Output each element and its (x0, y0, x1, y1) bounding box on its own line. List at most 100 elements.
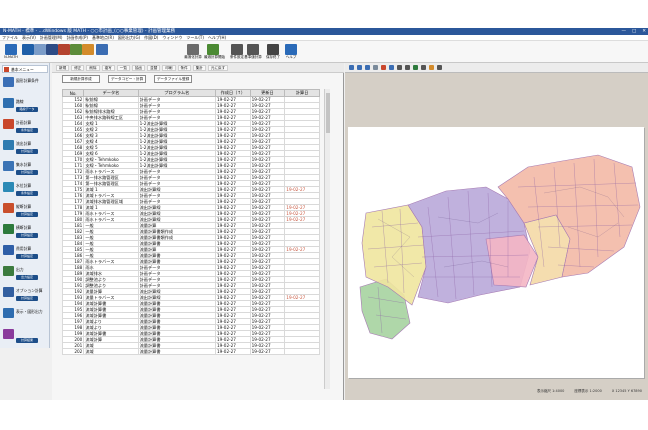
sidebar-item[interactable]: 費用計算 計算設定 (2, 244, 48, 264)
display-icon (3, 308, 14, 318)
select-icon[interactable] (421, 65, 426, 70)
sidebar-item[interactable]: 縦断計算 計算設定 (2, 202, 48, 222)
sidebar-chip-button[interactable]: 条件設定 (16, 191, 38, 196)
menu-item[interactable]: ウィンドウ (162, 35, 182, 40)
sidebar-item[interactable]: 集水計算 計算設定 (2, 160, 48, 180)
move-icon[interactable] (349, 65, 354, 70)
sidebar-chip-button[interactable]: 計算設定 (16, 233, 38, 238)
action-button[interactable]: データファイル登録 (154, 75, 192, 83)
save-icon (267, 44, 279, 55)
sidebar-chip-button[interactable]: 路線データ (16, 107, 38, 112)
list-tool-button[interactable]: 複写 (101, 65, 115, 71)
column-header[interactable]: データ名 (83, 89, 139, 97)
list-tool-button[interactable]: 抽出 (131, 65, 146, 71)
column-header[interactable]: 計算日 (284, 89, 320, 97)
list-tool-button[interactable]: 並替 (147, 65, 161, 71)
toolbar-button[interactable]: 保存終了 (264, 44, 282, 60)
toolbar-button[interactable] (22, 44, 34, 60)
toolbar-button[interactable] (96, 44, 108, 60)
toolbar-label: ヘルプ (285, 55, 297, 59)
sidebar-chip-button[interactable]: 出力設定 (16, 275, 38, 280)
table-cell: 流量計算書 (137, 348, 216, 355)
minimize-button[interactable]: — (621, 28, 626, 35)
help-icon (285, 44, 297, 55)
pen-icon[interactable] (429, 65, 434, 70)
zoom-in-icon[interactable] (357, 65, 362, 70)
list-tool-button[interactable]: 新規 (56, 65, 70, 71)
list-tool-button[interactable]: 元に戻す (207, 65, 229, 71)
list-tool-button[interactable]: 印刷 (162, 65, 176, 71)
sidebar-chip-button[interactable]: 計算設定 (16, 170, 38, 175)
sidebar-header[interactable]: 基本メニュー (11, 67, 34, 73)
map-canvas[interactable] (348, 127, 644, 378)
option-icon (3, 287, 14, 297)
sidebar-item[interactable]: 横断計算 計算設定 (2, 223, 48, 243)
sidebar-chip-button[interactable]: 計算設定 (16, 296, 38, 301)
column-header[interactable]: 更新日 (249, 89, 286, 97)
action-button[interactable]: 新規計算作成 (62, 75, 100, 83)
menu-item[interactable]: 作図(D) (144, 35, 158, 40)
action-button[interactable]: データコピー・計算 (108, 75, 146, 83)
sidebar-chip-button[interactable]: 計算設定 (16, 212, 38, 217)
layer-icon[interactable] (381, 65, 386, 70)
sidebar-item[interactable]: 流出計算 計算設定 (2, 139, 48, 159)
menu-item[interactable]: 計画管理(M) (40, 35, 63, 40)
sidebar-item[interactable]: 水位計算 条件設定 (2, 181, 48, 201)
column-header[interactable]: No. (61, 89, 85, 97)
menu-item[interactable]: ファイル (2, 35, 18, 40)
zoom-out-icon[interactable] (365, 65, 370, 70)
arrow-right-icon[interactable] (405, 65, 410, 70)
menu-item[interactable]: 表示(V) (22, 35, 36, 40)
toolbar-button[interactable] (46, 44, 58, 60)
menu-item[interactable]: ヘルプ(H) (208, 35, 226, 40)
sidebar-chip-button[interactable]: 計算設定 (16, 149, 38, 154)
sidebar-chip-button[interactable]: 条件設定 (16, 128, 38, 133)
toolbar-button[interactable]: 最適計算開始 (204, 44, 225, 60)
plan-icon (3, 119, 14, 129)
sidebar-item[interactable]: 図形計算条件 (2, 76, 48, 96)
toolbar-button[interactable]: 最適化計算 (184, 44, 202, 60)
menu-item[interactable]: 計画作成(P) (66, 35, 88, 40)
column-header[interactable]: プログラム名 (137, 89, 216, 97)
menu-item[interactable]: 基準地点(R) (92, 35, 114, 40)
search-icon[interactable] (389, 65, 394, 70)
grid-icon[interactable] (373, 65, 378, 70)
sidebar-item-label: 縦断計算 (16, 204, 32, 209)
menu-item[interactable]: ツール(T) (186, 35, 204, 40)
menu-item[interactable]: 図形出力(G) (118, 35, 140, 40)
table-row[interactable]: 202 流域 流量計算書 19-02-27 19-02-27 (61, 348, 320, 355)
sidebar-item[interactable]: 計算結果 (2, 328, 48, 348)
sidebar-chip-button[interactable]: 計算結果 (16, 338, 38, 343)
maximize-button[interactable]: □ (632, 28, 636, 35)
sidebar-item-label: 費用計算 (16, 246, 32, 251)
list-tool-button[interactable]: 削除 (86, 65, 100, 71)
sidebar-item[interactable]: オプション計算 計算設定 (2, 286, 48, 306)
list-tool-button[interactable]: 修正 (71, 65, 85, 71)
toolbar-button[interactable]: 基準値計算 (244, 44, 262, 60)
toolbar-button[interactable] (82, 44, 94, 60)
sidebar-item[interactable]: 表示・図形出力 (2, 307, 48, 327)
toolbar-button[interactable]: ヘルプ (282, 44, 300, 60)
scroll-thumb[interactable] (326, 93, 330, 133)
sidebar-item[interactable]: 出力 出力設定 (2, 265, 48, 285)
arrow-left-icon[interactable] (397, 65, 402, 70)
ruler-icon[interactable] (437, 65, 442, 70)
list-tool-button[interactable]: 集計 (192, 65, 206, 71)
status-text: 座標表示 1:2000 (574, 389, 602, 393)
refresh-icon[interactable] (413, 65, 418, 70)
sidebar-chip-button[interactable]: 計算設定 (16, 254, 38, 259)
sidebar-item[interactable]: 路線 路線データ (2, 97, 48, 117)
mountain-icon (22, 44, 34, 55)
toolbar-button[interactable] (70, 44, 82, 60)
data-list-panel: 新規 修正 削除 複写 一覧 抽出 並替 印刷 条件 集計 元に戻す 新規計算作成 データコピー・計算… (52, 63, 344, 400)
toolbar-button[interactable] (34, 44, 46, 60)
list-tool-button[interactable]: 一覧 (116, 65, 130, 71)
sidebar-item[interactable]: 計画計算 条件設定 (2, 118, 48, 138)
vertical-scrollbar[interactable] (324, 89, 330, 389)
toolbar-button[interactable] (58, 44, 70, 60)
close-button[interactable]: ✕ (642, 28, 646, 35)
list-tool-button[interactable]: 条件 (177, 65, 191, 71)
column-header[interactable]: 作成日（↑） (214, 89, 251, 97)
toolbar-button[interactable]: N-MATH (2, 44, 20, 60)
district-map[interactable] (348, 127, 644, 378)
